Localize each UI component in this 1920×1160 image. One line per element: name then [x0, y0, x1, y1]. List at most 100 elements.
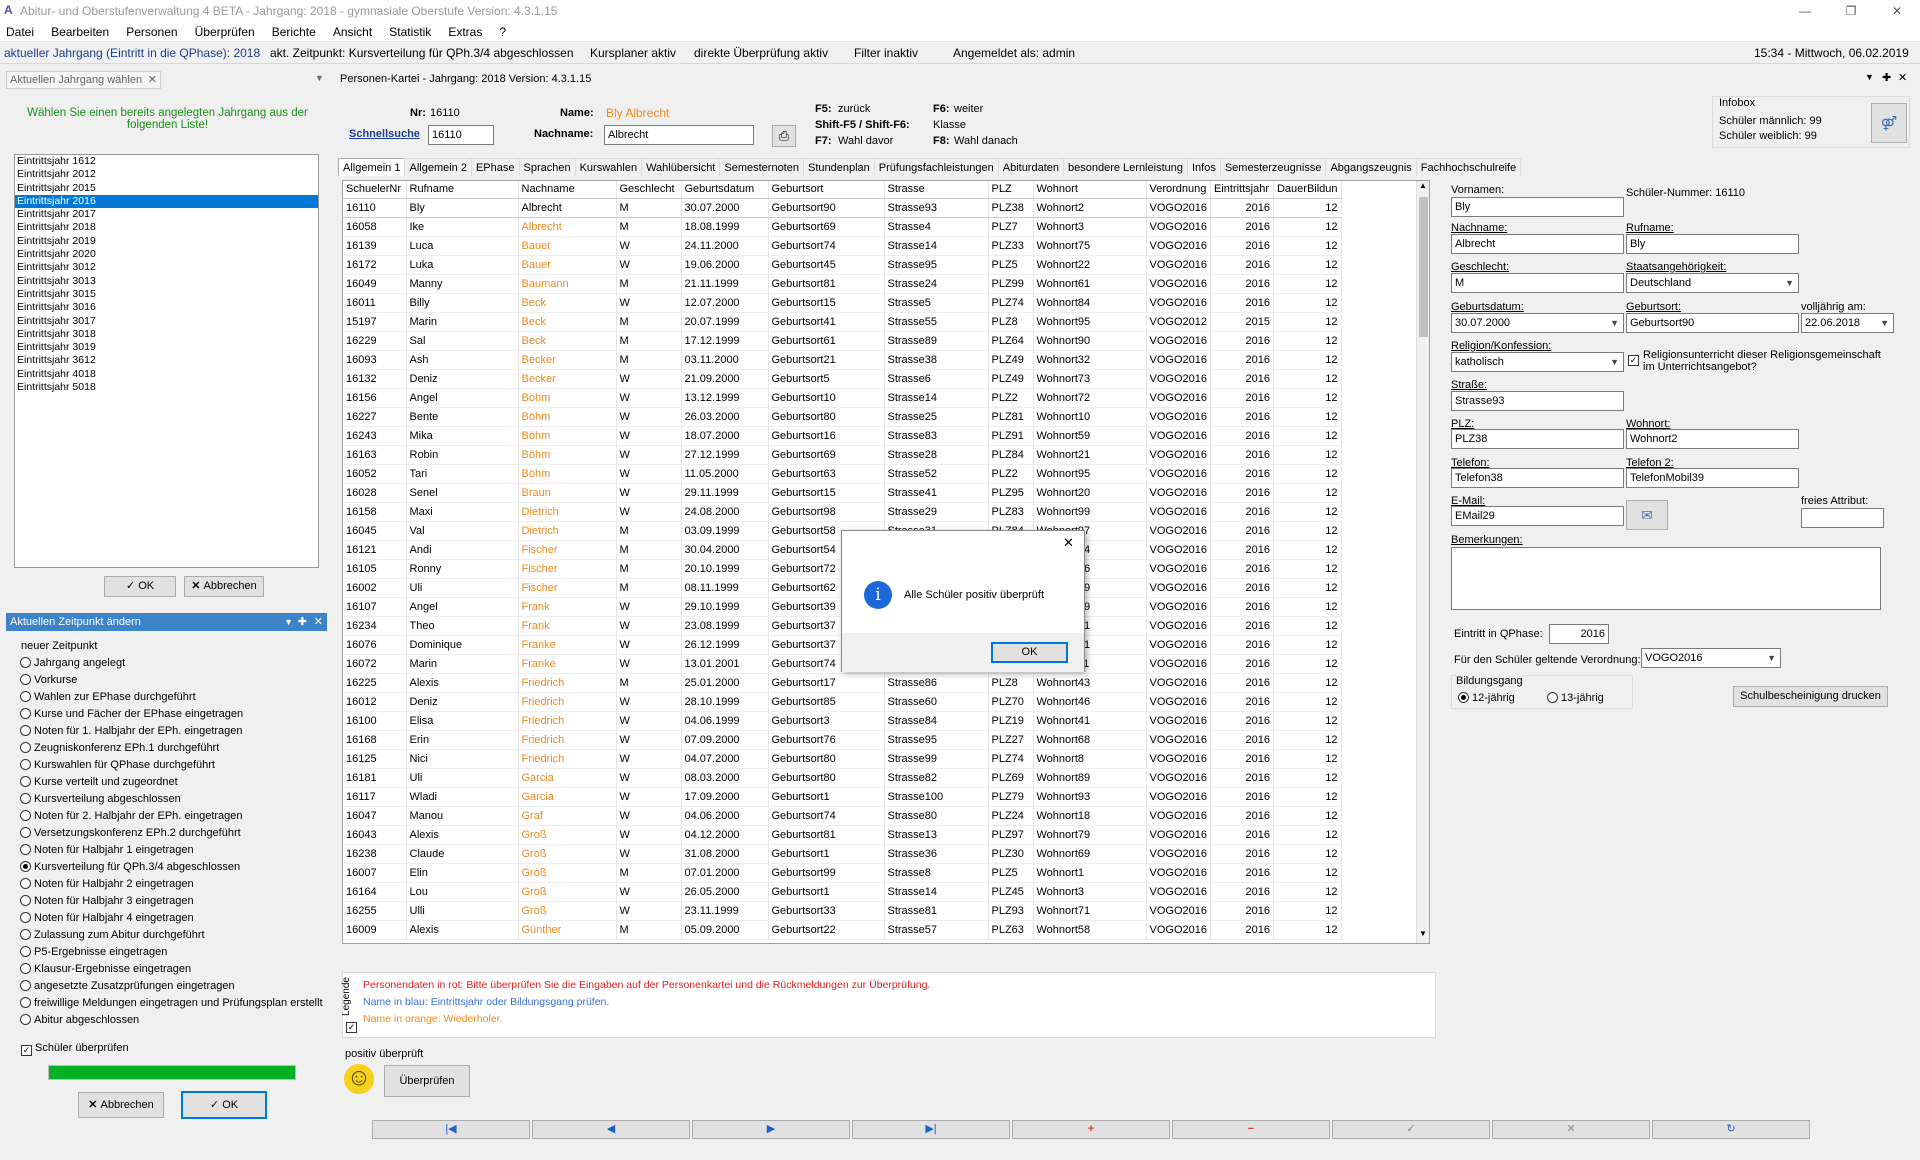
jahrgang-list-item[interactable]: Eintrittsjahr 3013	[15, 275, 318, 288]
close-window-button[interactable]: ✕	[1874, 0, 1920, 22]
table-row[interactable]: 16009 Alexis Günther M 05.09.2000 Geburtsort2…	[343, 920, 1342, 940]
nachname-search-input[interactable]: Albrecht	[604, 125, 754, 145]
tab-abgangszeugnis[interactable]: Abgangszeugnis	[1325, 158, 1417, 176]
tab-semesterzeugnisse[interactable]: Semesterzeugnisse	[1219, 158, 1327, 176]
menu-berichte[interactable]: Berichte	[272, 22, 316, 42]
menu-bearbeiten[interactable]: Bearbeiten	[51, 22, 109, 42]
table-row[interactable]: 16181 Uli Garcia W 08.03.2000 Geburtsort80 Str…	[343, 768, 1342, 788]
bildungsgang-13-radio[interactable]: 13-jährig	[1547, 692, 1604, 704]
jahrgang-list-item[interactable]: Eintrittsjahr 3612	[15, 354, 318, 367]
jahrgang-list-item[interactable]: Eintrittsjahr 1612	[15, 155, 318, 168]
jahrgang-list-item[interactable]: Eintrittsjahr 4018	[15, 368, 318, 381]
dialog-ok-button[interactable]: OK	[991, 642, 1068, 663]
zeitpunkt-radio[interactable]: Kurswahlen für QPhase durchgeführt	[20, 757, 325, 774]
zeitpunkt-radio[interactable]: P5-Ergebnisse eingetragen	[20, 944, 325, 961]
zeitpunkt-radio[interactable]: Noten für Halbjahr 3 eingetragen	[20, 893, 325, 910]
table-row[interactable]: 16012 Deniz Friedrich W 28.10.1999 Geburtsort…	[343, 692, 1342, 712]
column-header[interactable]: Geburtsort	[768, 181, 885, 199]
close-icon[interactable]: ✕	[148, 72, 157, 88]
verordnung-select[interactable]: VOGO2016 ▼	[1641, 648, 1781, 668]
staat-select[interactable]: Deutschland ▼	[1626, 273, 1799, 293]
jahrgang-list-item[interactable]: Eintrittsjahr 2012	[15, 168, 318, 181]
menu-help[interactable]: ?	[499, 22, 506, 42]
zeitpunkt-radio[interactable]: Abitur abgeschlossen	[20, 1012, 325, 1029]
close-icon[interactable]: ✕	[1898, 71, 1907, 84]
ueberpruefen-button[interactable]: Überprüfen	[384, 1065, 470, 1097]
tab-stundenplan[interactable]: Stundenplan	[802, 158, 875, 176]
zeitpunkt-radio[interactable]: Kurse und Fächer der EPhase eingetragen	[20, 706, 325, 723]
telefon2-input[interactable]: TelefonMobil39	[1626, 468, 1799, 488]
table-row[interactable]: 15197 Marin Beck M 20.07.1999 Geburtsort41 Str…	[343, 312, 1342, 332]
table-row[interactable]: 16058 Ike Albrecht M 18.08.1999 Geburtsort69 S…	[343, 217, 1342, 237]
table-row[interactable]: 16229 Sal Beck M 17.12.1999 Geburtsort61 Stras…	[343, 331, 1342, 351]
geburtsort-input[interactable]: Geburtsort90	[1626, 313, 1799, 333]
strasse-input[interactable]: Strasse93	[1451, 391, 1624, 411]
zeitpunkt-radio[interactable]: freiwillige Meldungen eingetragen und Pr…	[20, 995, 325, 1012]
column-header[interactable]: DauerBildun	[1273, 181, 1342, 199]
table-row[interactable]: 16125 Nici Friedrich W 04.07.2000 Geburtsort8…	[343, 749, 1342, 769]
pin-icon[interactable]: ✚	[298, 613, 307, 631]
tab-semesternoten[interactable]: Semesternoten	[719, 158, 804, 176]
zeitpunkt-radio[interactable]: Versetzungskonferenz EPh.2 durchgeführt	[20, 825, 325, 842]
tab-fachhochschulreife[interactable]: Fachhochschulreife	[1415, 158, 1522, 176]
menu-personen[interactable]: Personen	[126, 22, 177, 42]
tab-ephase[interactable]: EPhase	[470, 158, 520, 176]
zeitpunkt-radio[interactable]: Vorkurse	[20, 672, 325, 689]
email-send-button[interactable]: ✉	[1626, 500, 1668, 530]
table-row[interactable]: 16093 Ash Becker M 03.11.2000 Geburtsort21 Str…	[343, 350, 1342, 370]
tab-sprachen[interactable]: Sprachen	[518, 158, 576, 176]
table-row[interactable]: 16255 Ulli Groß W 23.11.1999 Geburtsort33 Stra…	[343, 901, 1342, 921]
zeitpunkt-radio[interactable]: Kursverteilung für QPh.3/4 abgeschlossen	[20, 859, 325, 876]
schulbescheinigung-button[interactable]: Schulbescheinigung drucken	[1733, 686, 1888, 707]
schueler-pruefen-checkbox[interactable]: ✓ Schüler überprüfen	[21, 1042, 129, 1056]
column-header[interactable]: PLZ	[988, 181, 1034, 199]
eintritt-input[interactable]: 2016	[1549, 624, 1609, 644]
jahrgang-list-item[interactable]: Eintrittsjahr 3015	[15, 288, 318, 301]
menu-extras[interactable]: Extras	[448, 22, 482, 42]
jahrgang-cancel-button[interactable]: ✕ Abbrechen	[184, 576, 264, 597]
table-row[interactable]: 16043 Alexis Groß W 04.12.2000 Geburtsort81 St…	[343, 825, 1342, 845]
tab-prüfungsfachleistungen[interactable]: Prüfungsfachleistungen	[873, 158, 999, 176]
minimize-button[interactable]: —	[1782, 0, 1828, 22]
jahrgang-list-item[interactable]: Eintrittsjahr 2016	[15, 194, 318, 209]
bildungsgang-12-radio[interactable]: 12-jährig	[1458, 692, 1515, 704]
zeitpunkt-radio[interactable]: Jahrgang angelegt	[20, 655, 325, 672]
nav-add-button[interactable]: +	[1012, 1120, 1170, 1139]
table-row[interactable]: 16132 Deniz Becker W 21.09.2000 Geburtsort5 St…	[343, 369, 1342, 389]
table-row[interactable]: 16052 Tari Böhm W 11.05.2000 Geburtsort63 Stra…	[343, 464, 1342, 484]
zeitpunkt-radio[interactable]: Kurse verteilt und zugeordnet	[20, 774, 325, 791]
geburtsdatum-input[interactable]: 30.07.2000 ▼	[1451, 313, 1624, 333]
dropdown-icon[interactable]: ▼	[315, 73, 324, 83]
jahrgang-list[interactable]: Eintrittsjahr 1612 Eintrittsjahr 2012 Eint…	[14, 154, 319, 568]
jahrgang-list-item[interactable]: Eintrittsjahr 3017	[15, 315, 318, 328]
religion-select[interactable]: katholisch ▼	[1451, 352, 1624, 372]
email-input[interactable]: EMail29	[1451, 506, 1624, 526]
zeitpunkt-radio[interactable]: Zeugniskonferenz EPh.1 durchgeführt	[20, 740, 325, 757]
jahrgang-list-item[interactable]: Eintrittsjahr 3012	[15, 261, 318, 274]
dialog-close-button[interactable]: ✕	[1063, 535, 1074, 551]
freies-attribut-input[interactable]	[1801, 508, 1884, 528]
zeitpunkt-ok-button[interactable]: ✓ OK	[181, 1091, 267, 1119]
zeitpunkt-radio[interactable]: angesetzte Zusatzprüfungen eingetragen	[20, 978, 325, 995]
column-header[interactable]: Geburtsdatum	[681, 181, 769, 199]
dropdown-icon[interactable]: ▼	[1865, 72, 1874, 82]
table-row[interactable]: 16011 Billy Beck W 12.07.2000 Geburtsort15 Str…	[343, 293, 1342, 313]
table-row[interactable]: 16227 Bente Böhm W 26.03.2000 Geburtsort80 Str…	[343, 407, 1342, 427]
telefon-input[interactable]: Telefon38	[1451, 468, 1624, 488]
jahrgang-list-item[interactable]: Eintrittsjahr 2017	[15, 208, 318, 221]
dropdown-icon[interactable]: ▼	[284, 613, 293, 631]
column-header[interactable]: Wohnort	[1033, 181, 1147, 199]
infobox-button[interactable]: ⚤	[1871, 103, 1907, 143]
tab-allgemein-1[interactable]: Allgemein 1	[338, 158, 406, 176]
geschlecht-input[interactable]: M	[1451, 273, 1624, 293]
column-header[interactable]: Nachname	[518, 181, 617, 199]
schnellsuche-input[interactable]: 16110	[428, 125, 494, 145]
jahrgang-list-item[interactable]: Eintrittsjahr 5018	[15, 381, 318, 394]
zeitpunkt-radio[interactable]: Wahlen zur EPhase durchgeführt	[20, 689, 325, 706]
jahrgang-list-item[interactable]: Eintrittsjahr 3016	[15, 301, 318, 314]
table-row[interactable]: 16164 Lou Groß W 26.05.2000 Geburtsort1 Strass…	[343, 882, 1342, 902]
schnellsuche-link[interactable]: Schnellsuche	[349, 128, 420, 140]
jahrgang-list-item[interactable]: Eintrittsjahr 3019	[15, 341, 318, 354]
table-row[interactable]: 16117 Wladi Garcia W 17.09.2000 Geburtsort1 St…	[343, 787, 1342, 807]
nav-cancel-button[interactable]: ✕	[1492, 1120, 1650, 1139]
